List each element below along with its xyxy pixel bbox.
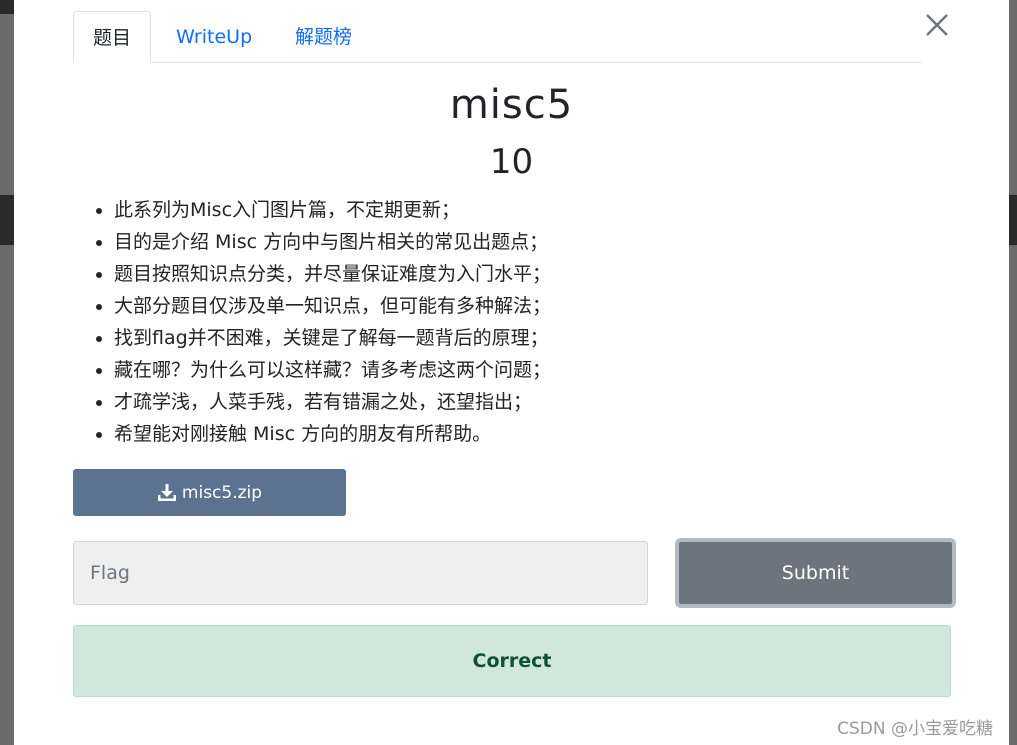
challenge-description: 此系列为Misc入门图片篇，不定期更新； 目的是介绍 Misc 方向中与图片相关…: [94, 194, 551, 450]
description-item: 题目按照知识点分类，并尽量保证难度为入门水平；: [114, 258, 551, 290]
tab-solves[interactable]: 解题榜: [295, 11, 352, 62]
description-item: 希望能对刚接触 Misc 方向的朋友有所帮助。: [114, 418, 551, 450]
download-icon: [157, 483, 176, 501]
challenge-title: misc5: [449, 82, 574, 128]
description-item: 藏在哪？为什么可以这样藏？请多考虑这两个问题；: [114, 354, 551, 386]
download-file-button[interactable]: misc5.zip: [73, 469, 346, 516]
challenge-points: 10: [489, 142, 534, 182]
tab-bar: 题目 WriteUp 解题榜: [73, 11, 921, 63]
backdrop-band: [0, 195, 14, 245]
backdrop-band: [0, 0, 14, 14]
description-item: 此系列为Misc入门图片篇，不定期更新；: [114, 194, 551, 226]
description-item: 目的是介绍 Misc 方向中与图片相关的常见出题点；: [114, 226, 551, 258]
description-item: 大部分题目仅涉及单一知识点，但可能有多种解法；: [114, 290, 551, 322]
description-item: 找到flag并不困难，关键是了解每一题背后的原理；: [114, 322, 551, 354]
description-item: 才疏学浅，人菜手残，若有错漏之处，还望指出；: [114, 386, 551, 418]
challenge-modal: 题目 WriteUp 解题榜 misc5 10 此系列为Misc入门图片篇，不定…: [14, 0, 1009, 745]
tab-challenge[interactable]: 题目: [73, 11, 152, 63]
result-message: Correct: [472, 650, 552, 672]
close-button[interactable]: [922, 10, 952, 40]
download-file-label: misc5.zip: [181, 482, 263, 503]
flag-input[interactable]: [73, 541, 648, 605]
result-alert: Correct: [73, 625, 951, 697]
tab-writeup[interactable]: WriteUp: [176, 11, 252, 62]
submit-label: Submit: [781, 562, 850, 584]
close-icon: [926, 14, 948, 36]
watermark: CSDN @小宝爱吃糖: [837, 719, 993, 739]
backdrop-band: [1009, 195, 1017, 245]
submit-button[interactable]: Submit: [675, 538, 956, 608]
